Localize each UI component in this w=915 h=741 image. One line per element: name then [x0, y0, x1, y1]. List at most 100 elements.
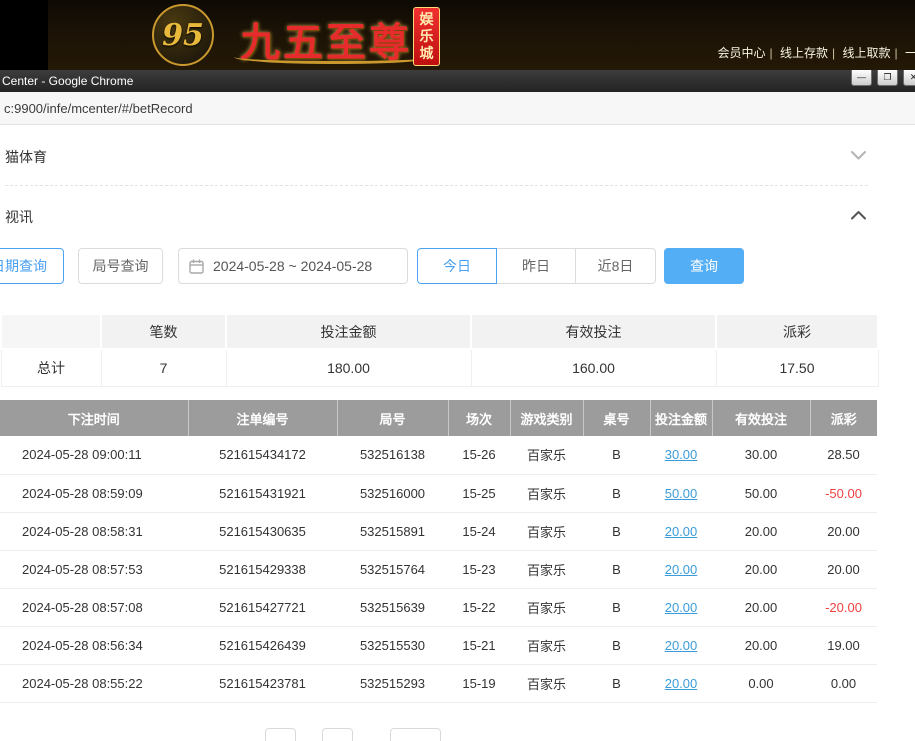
close-button[interactable]: ✕ [903, 70, 915, 86]
payout: 20.00 [810, 550, 877, 588]
col-header-round-no: 局号 [337, 400, 448, 436]
bet-amount-link[interactable]: 50.00 [665, 486, 698, 501]
summary-payout-value: 17.50 [716, 349, 878, 386]
table-no: B [583, 664, 650, 702]
table-no: B [583, 550, 650, 588]
section-sports[interactable]: 猫体育 [0, 135, 877, 179]
table-row: 2024-05-28 08:57:53 521615429338 5325157… [0, 550, 877, 588]
logo-badge: 娱 乐 城 [413, 7, 440, 66]
logo-underline [234, 50, 436, 64]
game-type: 百家乐 [510, 626, 583, 664]
bet-time: 2024-05-28 08:56:34 [0, 626, 188, 664]
game-type: 百家乐 [510, 474, 583, 512]
round-no: 532515530 [337, 626, 448, 664]
session: 15-24 [448, 512, 510, 550]
bet-amount-link[interactable]: 20.00 [665, 638, 698, 653]
section-live-video[interactable]: 视讯 [0, 195, 877, 239]
bet-no: 521615429338 [188, 550, 337, 588]
session: 15-25 [448, 474, 510, 512]
game-type: 百家乐 [510, 588, 583, 626]
pagination-button[interactable] [322, 728, 353, 741]
pagination-button[interactable] [265, 728, 296, 741]
valid-bet: 30.00 [712, 436, 810, 474]
table-no: B [583, 512, 650, 550]
screen: 95 九五至尊 娱 乐 城 会员中心| 线上存款| 线上取款| 一 Center… [0, 0, 915, 741]
date-range-picker[interactable]: 2024-05-28 ~ 2024-05-28 [178, 248, 408, 284]
nav-member-center[interactable]: 会员中心 [714, 46, 770, 60]
nav-separator: | [895, 46, 898, 60]
session: 15-23 [448, 550, 510, 588]
minimize-button[interactable]: — [851, 70, 872, 86]
summary-header-valid-bet: 有效投注 [471, 314, 716, 349]
date-range-value: 2024-05-28 ~ 2024-05-28 [213, 258, 372, 274]
valid-bet: 0.00 [712, 664, 810, 702]
logo-badge-char: 城 [420, 45, 434, 62]
col-header-bet-no: 注单编号 [188, 400, 337, 436]
browser-toolbar: c:9900/infe/mcenter/#/betRecord [0, 92, 915, 125]
section-live-video-label: 视讯 [0, 195, 877, 239]
table-row: 2024-05-28 08:58:31 521615430635 5325158… [0, 512, 877, 550]
bet-amount-link[interactable]: 20.00 [665, 676, 698, 691]
table-row: 2024-05-28 08:56:34 521615426439 5325155… [0, 626, 877, 664]
logo-badge-char: 娱 [420, 11, 434, 28]
round-no: 532516138 [337, 436, 448, 474]
nav-separator: | [832, 46, 835, 60]
summary-corner-cell [1, 314, 101, 349]
recent-8-days-button[interactable]: 近8日 [575, 248, 656, 284]
summary-table: 笔数 投注金额 有效投注 派彩 总计 7 180.00 160.00 17.50 [0, 313, 879, 387]
session: 15-21 [448, 626, 510, 664]
bet-amount-link[interactable]: 20.00 [665, 562, 698, 577]
round-no: 532515639 [337, 588, 448, 626]
window-controls: — ❐ ✕ [851, 70, 915, 86]
col-header-time: 下注时间 [0, 400, 188, 436]
page-content: 猫体育 视讯 日期查询 局号查询 [0, 125, 915, 741]
table-row: 2024-05-28 08:55:22 521615423781 5325152… [0, 664, 877, 702]
bet-time: 2024-05-28 08:57:53 [0, 550, 188, 588]
header-left-panel [0, 0, 48, 70]
nav-withdraw[interactable]: 线上取款 [839, 46, 895, 60]
bet-time: 2024-05-28 08:58:31 [0, 512, 188, 550]
bet-no: 521615431921 [188, 474, 337, 512]
site-header: 95 九五至尊 娱 乐 城 会员中心| 线上存款| 线上取款| 一 [0, 0, 915, 70]
bet-no: 521615423781 [188, 664, 337, 702]
bet-amount-link[interactable]: 20.00 [665, 600, 698, 615]
col-header-payout: 派彩 [810, 400, 877, 436]
round-query-button[interactable]: 局号查询 [78, 248, 163, 284]
top-nav: 会员中心| 线上存款| 线上取款| 一 [714, 44, 915, 61]
address-bar[interactable]: c:9900/infe/mcenter/#/betRecord [0, 101, 193, 116]
game-type: 百家乐 [510, 436, 583, 474]
chevron-up-icon[interactable] [850, 209, 867, 221]
filter-bar: 日期查询 局号查询 2024-05-28 ~ 2024-05-28 今日 昨日 … [0, 248, 877, 284]
valid-bet: 20.00 [712, 588, 810, 626]
pagination-bar [0, 728, 877, 741]
logo-badge-char: 乐 [420, 28, 434, 45]
maximize-button[interactable]: ❐ [877, 70, 898, 86]
nav-partial-item[interactable]: 一 [901, 46, 915, 60]
bet-time: 2024-05-28 08:59:09 [0, 474, 188, 512]
pagination-page-size[interactable] [390, 728, 441, 741]
bet-amount-link[interactable]: 30.00 [665, 447, 698, 462]
logo-95-emblem: 95 [152, 4, 214, 66]
nav-deposit[interactable]: 线上存款 [776, 46, 832, 60]
valid-bet: 50.00 [712, 474, 810, 512]
bet-no: 521615430635 [188, 512, 337, 550]
game-type: 百家乐 [510, 550, 583, 588]
search-button[interactable]: 查询 [664, 248, 744, 284]
game-type: 百家乐 [510, 512, 583, 550]
chevron-down-icon[interactable] [850, 149, 867, 161]
window-titlebar[interactable]: Center - Google Chrome — ❐ ✕ [0, 70, 915, 92]
section-sports-label: 猫体育 [0, 135, 877, 179]
col-header-table-no: 桌号 [583, 400, 650, 436]
bet-record-table: 下注时间 注单编号 局号 场次 游戏类别 桌号 投注金额 有效投注 派彩 202… [0, 400, 877, 703]
summary-total-label: 总计 [1, 349, 101, 386]
section-divider [5, 185, 868, 186]
date-query-button[interactable]: 日期查询 [0, 248, 64, 284]
today-button[interactable]: 今日 [417, 248, 497, 284]
yesterday-button[interactable]: 昨日 [496, 248, 576, 284]
valid-bet: 20.00 [712, 550, 810, 588]
payout: 28.50 [810, 436, 877, 474]
table-row: 2024-05-28 09:00:11 521615434172 5325161… [0, 436, 877, 474]
round-no: 532515891 [337, 512, 448, 550]
round-no: 532515764 [337, 550, 448, 588]
bet-amount-link[interactable]: 20.00 [665, 524, 698, 539]
